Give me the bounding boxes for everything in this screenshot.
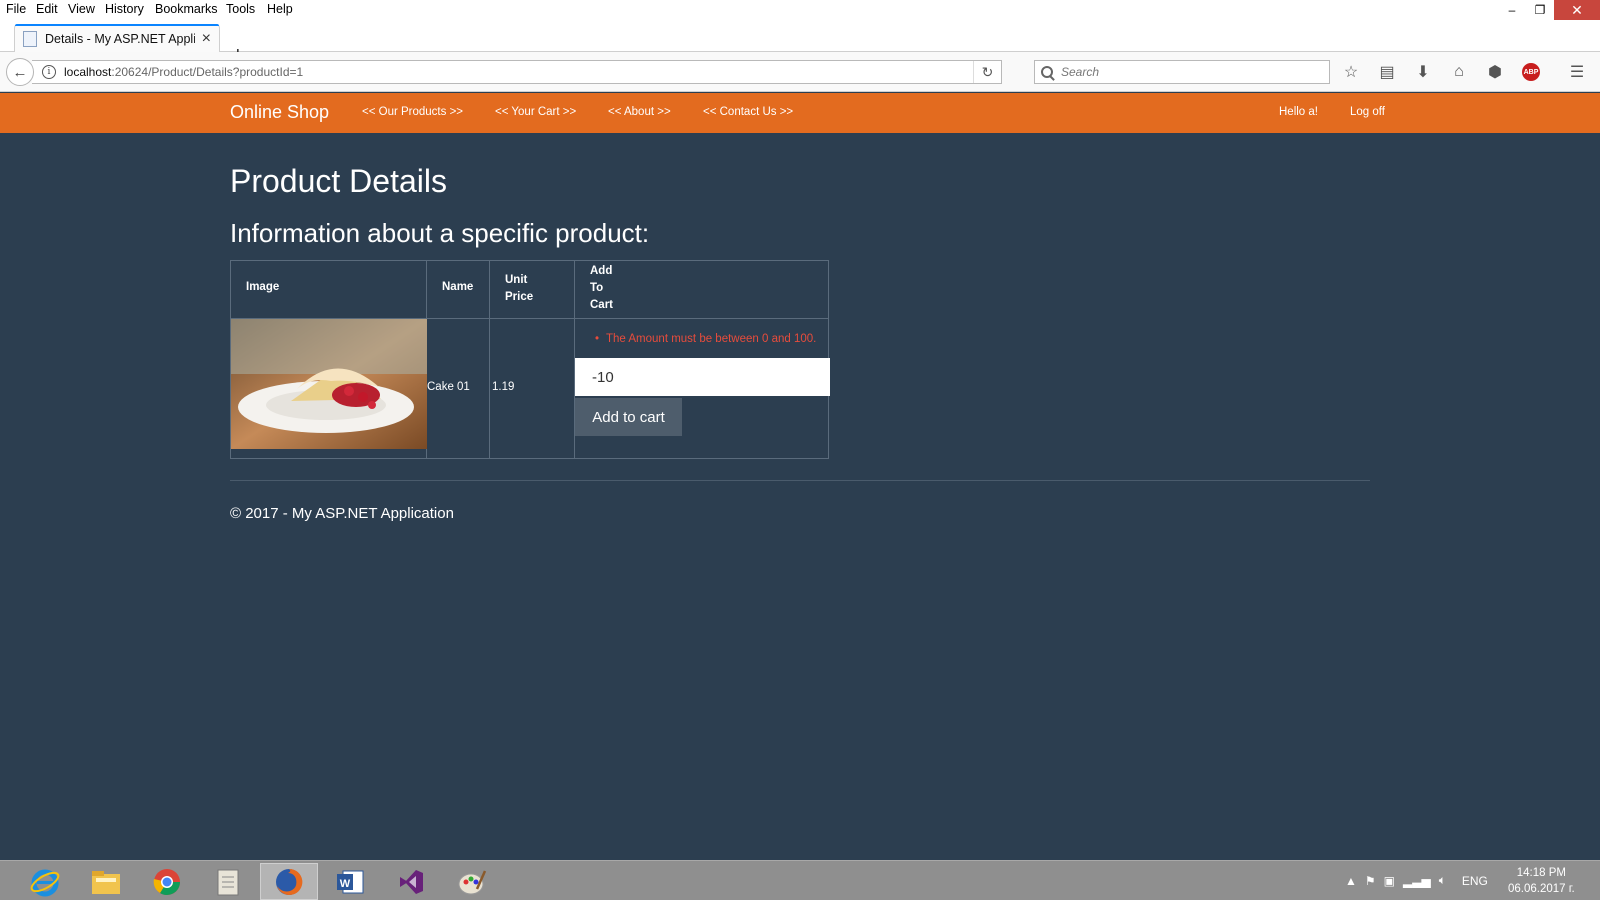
reading-list-icon[interactable]: ▤	[1376, 62, 1398, 82]
validation-error-text: The Amount must be between 0 and 100.	[606, 333, 817, 345]
browser-toolbar: i localhost :20624/Product/Details?produ…	[0, 52, 1600, 92]
home-icon[interactable]: ⌂	[1448, 62, 1470, 82]
header-add-to-cart-line: Cart	[590, 299, 614, 311]
menu-bookmarks[interactable]: Bookmarks	[155, 2, 218, 16]
window-controls: – ❐ ✕	[1498, 0, 1600, 20]
svg-text:W: W	[340, 878, 351, 890]
back-button[interactable]: ←	[6, 58, 34, 86]
menu-view[interactable]: View	[68, 2, 95, 16]
tab-title: Details - My ASP.NET Applic	[45, 31, 195, 46]
header-add-to-cart-line: To	[590, 282, 604, 294]
bookmark-star-icon[interactable]: ☆	[1340, 62, 1362, 82]
browser-menu-bar: File Edit View History Bookmarks Tools H…	[0, 0, 1600, 20]
tray-overflow-icon[interactable]: ▲	[1345, 874, 1357, 888]
action-center-icon[interactable]: ▣	[1384, 874, 1395, 888]
header-unit-price-line: Price	[505, 291, 534, 303]
header-name: Name	[427, 261, 490, 319]
menu-tools[interactable]: Tools	[226, 2, 255, 16]
nav-our-products[interactable]: << Our Products >>	[362, 106, 463, 118]
system-tray: ▲ ⚑ ▣ ▂▃▅ 🔈︎ ENG	[1345, 873, 1488, 888]
amount-input[interactable]	[575, 358, 830, 396]
toolbar-icons: ☆ ▤ ⬇ ⌂ ⬢ ABP ☰	[1340, 62, 1588, 82]
address-bar[interactable]: i localhost :20624/Product/Details?produ…	[32, 60, 1002, 84]
browser-tab[interactable]: Details - My ASP.NET Applic ×	[14, 24, 220, 52]
url-host: localhost	[64, 65, 112, 79]
restore-button[interactable]: ❐	[1526, 0, 1554, 20]
file-explorer-icon[interactable]	[77, 863, 135, 900]
nav-about[interactable]: << About >>	[608, 106, 671, 118]
footer-divider	[230, 480, 1370, 481]
product-details-table: Image Name Unit Price Add To Cart Cake 0…	[230, 260, 830, 459]
site-info-icon[interactable]: i	[42, 65, 56, 79]
header-add-to-cart-line: Add	[590, 265, 613, 277]
close-window-button[interactable]: ✕	[1554, 0, 1600, 20]
page-title: Product Details	[230, 163, 447, 199]
word-icon[interactable]: W	[321, 863, 379, 900]
paint-icon[interactable]	[443, 863, 501, 900]
adblock-icon[interactable]: ABP	[1520, 62, 1542, 82]
hamburger-menu-icon[interactable]: ☰	[1566, 62, 1588, 82]
visual-studio-icon[interactable]	[382, 863, 440, 900]
nav-your-cart[interactable]: << Your Cart >>	[495, 106, 576, 118]
tab-close-icon[interactable]: ×	[202, 30, 211, 48]
clock-date: 06.06.2017 г.	[1508, 883, 1575, 895]
download-icon[interactable]: ⬇	[1412, 62, 1434, 82]
search-placeholder: Search	[1061, 65, 1100, 79]
site-navbar: Online Shop << Our Products >> << Your C…	[0, 93, 1600, 133]
menu-edit[interactable]: Edit	[36, 2, 58, 16]
menu-history[interactable]: History	[105, 2, 144, 16]
header-add-to-cart: Add To Cart	[575, 261, 829, 319]
header-unit-price: Unit Price	[490, 261, 575, 319]
cell-unit-price: 1.19	[490, 319, 575, 459]
notepad-icon[interactable]	[199, 863, 257, 900]
cell-product-name: Cake 01	[427, 319, 490, 459]
cell-image	[231, 319, 427, 459]
pocket-icon[interactable]: ⬢	[1484, 62, 1506, 82]
search-bar[interactable]: Search	[1034, 60, 1330, 84]
reload-icon[interactable]: ↻	[973, 61, 1001, 83]
system-clock[interactable]: 14:18 PM 06.06.2017 г.	[1508, 865, 1575, 897]
flag-icon[interactable]: ⚑	[1365, 874, 1376, 888]
clock-time: 14:18 PM	[1516, 867, 1566, 879]
internet-explorer-icon[interactable]	[16, 863, 74, 900]
brand-link[interactable]: Online Shop	[230, 102, 329, 123]
taskbar: W ▲ ⚑ ▣ ▂▃▅ 🔈︎ ENG 14:18 PM 06.06.2017 г…	[0, 860, 1600, 900]
tab-strip: Details - My ASP.NET Applic × +	[0, 20, 1600, 66]
page-subtitle: Information about a specific product:	[230, 218, 650, 248]
add-to-cart-button[interactable]: Add to cart	[575, 398, 682, 436]
minimize-button[interactable]: –	[1498, 0, 1526, 20]
validation-error: The Amount must be between 0 and 100.	[595, 333, 816, 345]
product-image	[231, 319, 427, 449]
adblock-badge: ABP	[1522, 63, 1540, 81]
chrome-icon[interactable]	[138, 863, 196, 900]
user-greeting[interactable]: Hello a!	[1279, 106, 1318, 118]
firefox-icon[interactable]	[260, 863, 318, 900]
menu-help[interactable]: Help	[267, 2, 293, 16]
network-icon[interactable]: ▂▃▅	[1403, 874, 1431, 888]
volume-icon[interactable]: 🔈︎	[1439, 873, 1446, 888]
header-unit-price-line: Unit	[505, 274, 528, 286]
header-image: Image	[231, 261, 427, 319]
page-favicon-icon	[23, 30, 37, 47]
nav-contact-us[interactable]: << Contact Us >>	[703, 106, 793, 118]
url-path: :20624/Product/Details?productId=1	[111, 65, 304, 79]
footer-copyright: © 2017 - My ASP.NET Application	[230, 505, 454, 522]
language-indicator[interactable]: ENG	[1462, 874, 1488, 888]
menu-file[interactable]: File	[6, 2, 26, 16]
search-icon	[1041, 66, 1053, 78]
cell-add-to-cart: The Amount must be between 0 and 100. Ad…	[575, 319, 830, 459]
back-arrow-icon: ←	[12, 63, 28, 81]
logoff-link[interactable]: Log off	[1350, 106, 1385, 118]
